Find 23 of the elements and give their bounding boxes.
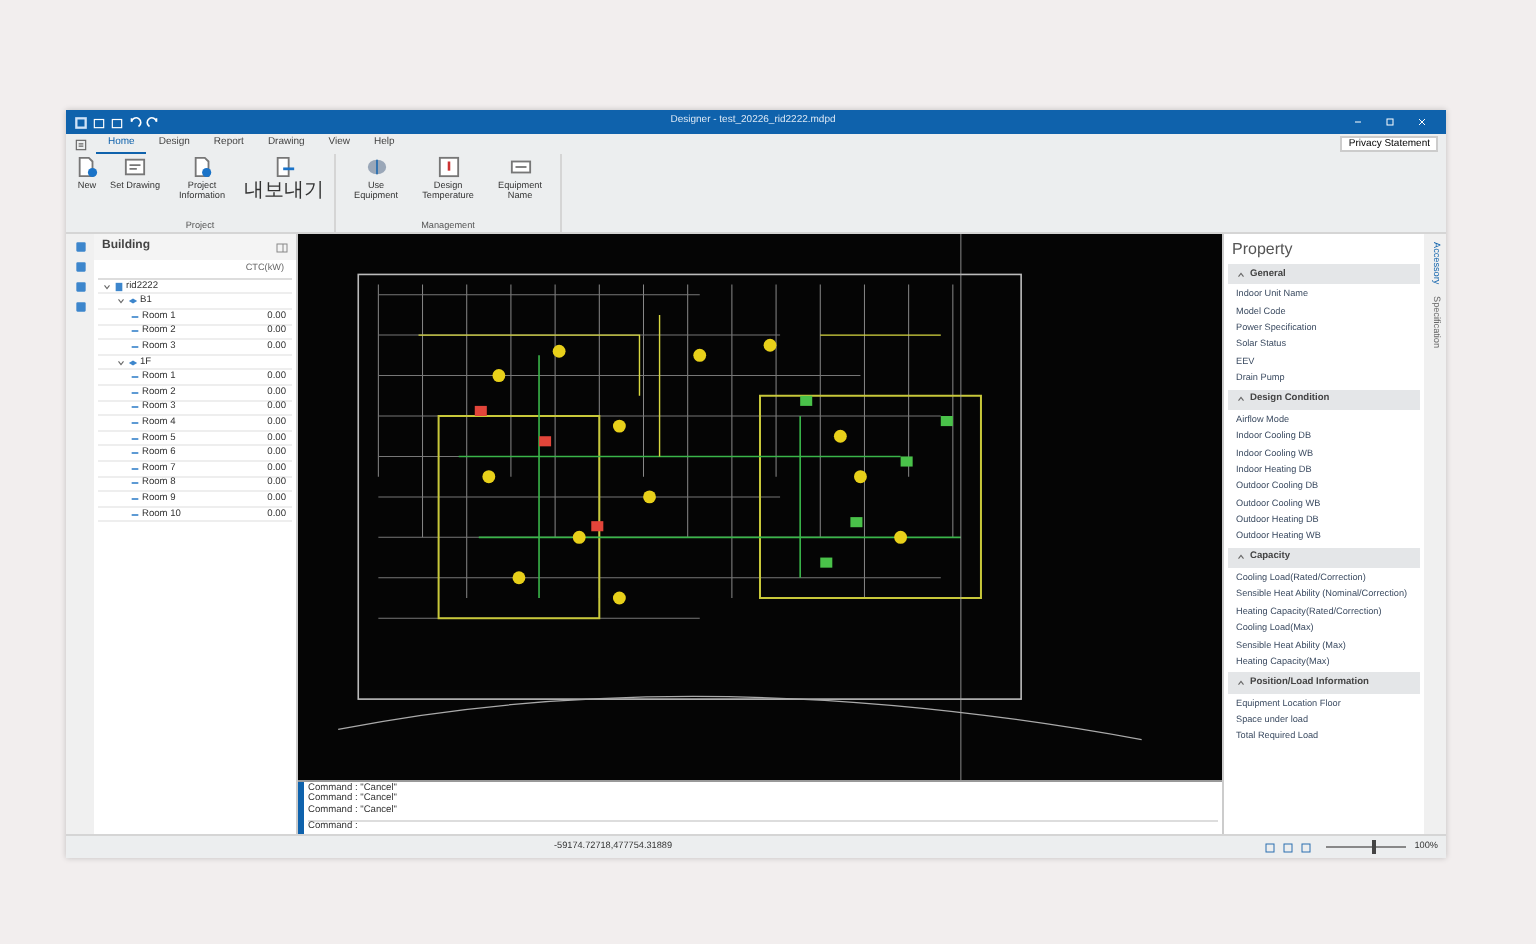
undo-icon[interactable] xyxy=(128,115,142,129)
close-icon xyxy=(1416,115,1428,128)
tag-icon xyxy=(509,156,532,178)
slider-thumb[interactable] xyxy=(1372,840,1377,854)
file-menu-icon[interactable] xyxy=(74,137,88,151)
info-document-icon xyxy=(191,156,214,178)
floor-icon xyxy=(128,357,138,368)
drawing-icon xyxy=(124,156,147,178)
caret-icon[interactable] xyxy=(116,296,126,307)
maximize-icon xyxy=(1384,115,1396,128)
redo-icon[interactable] xyxy=(146,115,160,129)
temperature-icon xyxy=(437,156,460,178)
new-document-icon xyxy=(76,156,98,178)
ribbon-button[interactable]: 내보내기 xyxy=(240,154,329,220)
ceiling-unit-icon xyxy=(365,156,388,178)
caret-icon[interactable] xyxy=(116,357,126,368)
app-logo-icon xyxy=(74,115,88,129)
collapse-icon[interactable] xyxy=(276,241,288,253)
floor-icon xyxy=(128,296,138,307)
panel-title: Property xyxy=(1230,238,1295,262)
caret-icon[interactable] xyxy=(102,281,112,292)
export-document-icon xyxy=(273,156,296,178)
minimize-icon xyxy=(1352,115,1364,128)
